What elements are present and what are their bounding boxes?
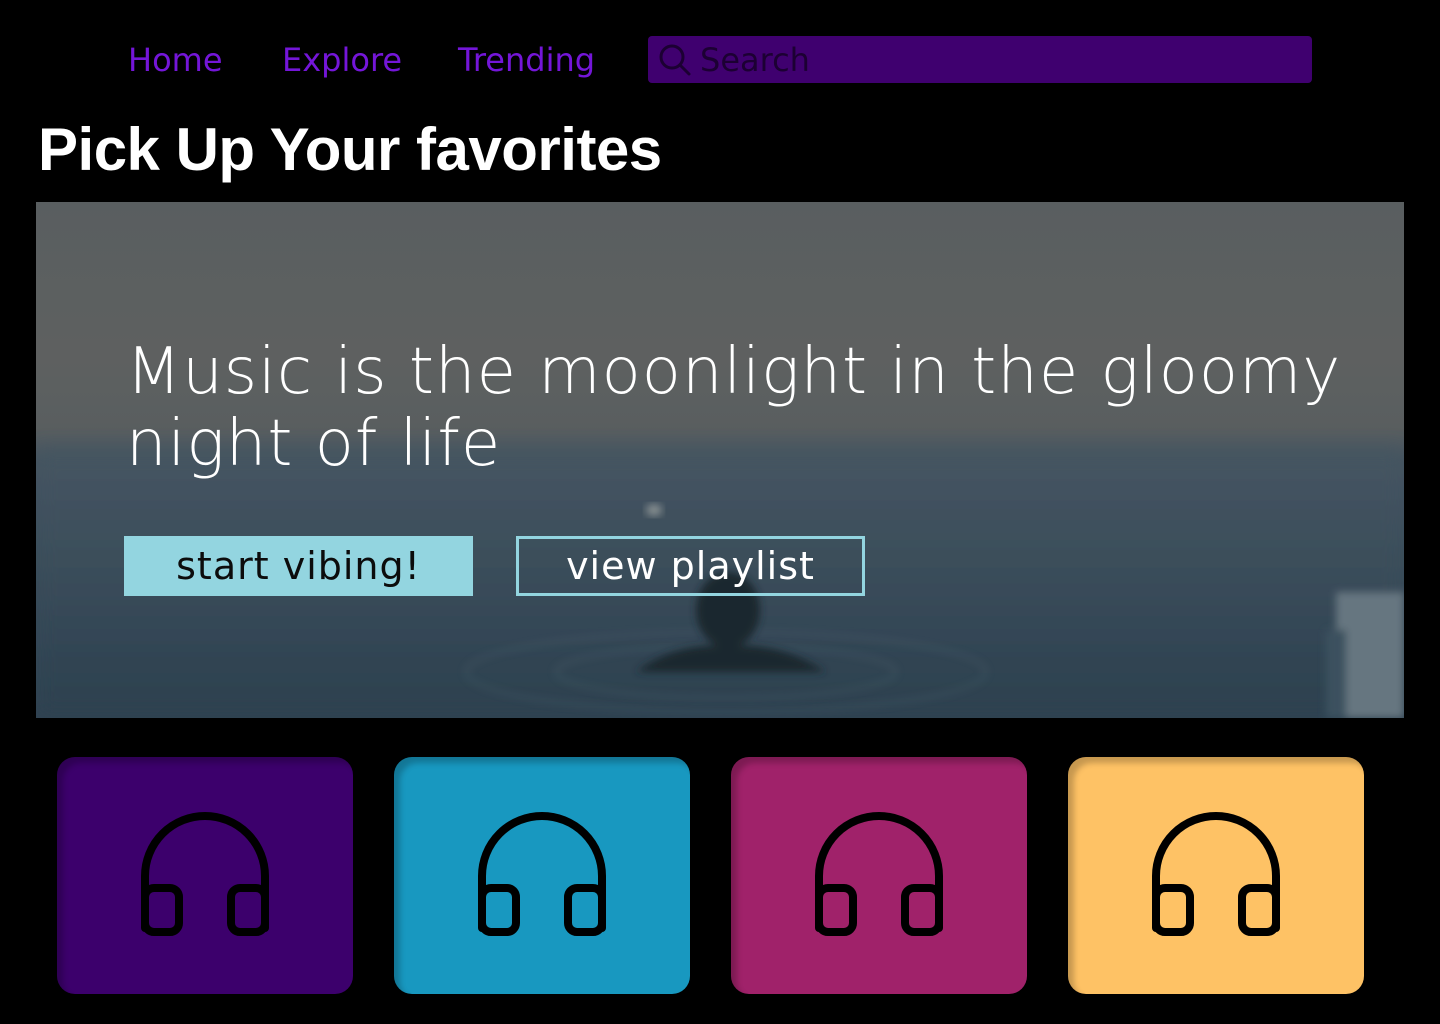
headphones-icon [141, 811, 269, 936]
hero-quote: Music is the moonlight in the gloomy nig… [126, 335, 1342, 481]
headphones-icon [1152, 811, 1280, 936]
category-card[interactable] [394, 757, 690, 994]
start-vibing-button[interactable]: start vibing! [124, 536, 473, 596]
headphones-icon [815, 811, 943, 936]
nav-link-trending[interactable]: Trending [458, 40, 595, 80]
search-input[interactable] [692, 39, 1312, 80]
nav-link-explore[interactable]: Explore [282, 40, 402, 80]
search-bar[interactable] [648, 36, 1312, 83]
page-title: Pick Up Your favorites [38, 116, 662, 183]
nav-link-home[interactable]: Home [128, 40, 223, 80]
category-card[interactable] [731, 757, 1027, 994]
category-card[interactable] [1068, 757, 1364, 994]
hero-banner: Music is the moonlight in the gloomy nig… [36, 202, 1404, 718]
search-icon[interactable] [658, 43, 692, 77]
headphones-icon [478, 811, 606, 936]
category-card[interactable] [57, 757, 353, 994]
top-navigation: Home Explore Trending [0, 36, 1440, 84]
view-playlist-button[interactable]: view playlist [516, 536, 865, 596]
